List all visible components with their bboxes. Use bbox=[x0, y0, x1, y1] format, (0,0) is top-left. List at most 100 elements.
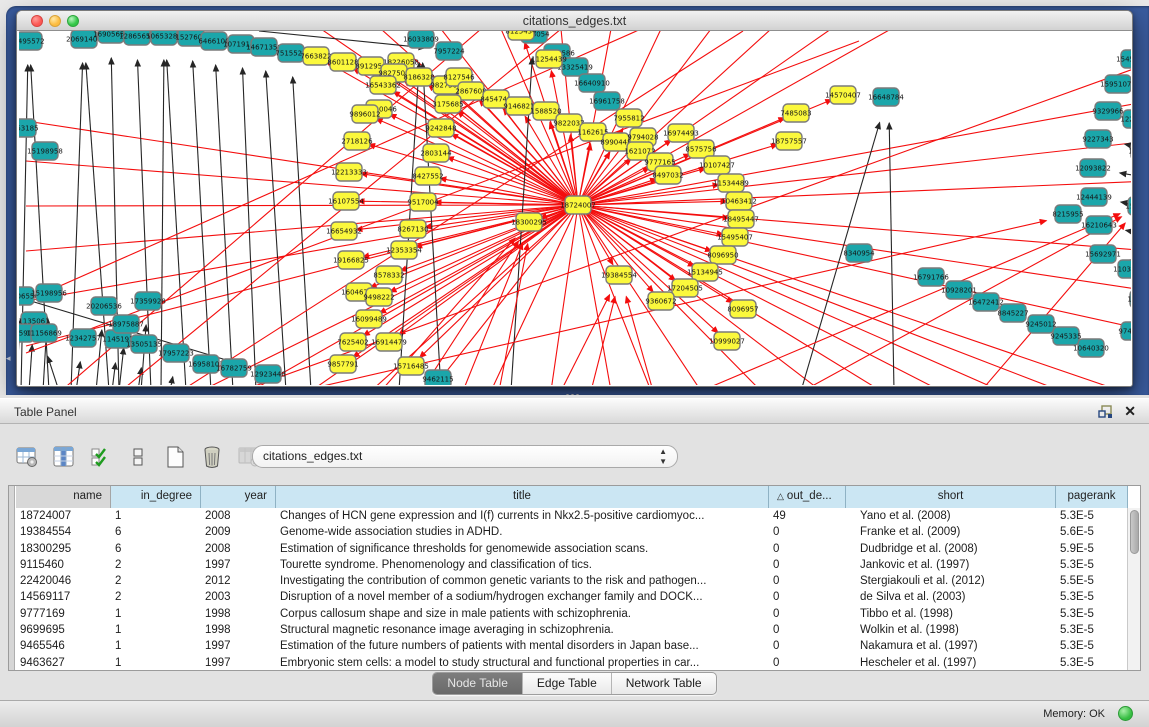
graph-node[interactable]: 9462115 bbox=[422, 370, 453, 385]
graph-node[interactable]: 10107427 bbox=[699, 156, 735, 174]
graph-node[interactable]: 8427552 bbox=[412, 167, 443, 185]
row-height-icon[interactable] bbox=[125, 443, 151, 471]
delete-table-icon[interactable] bbox=[199, 443, 225, 471]
column-header-in_degree[interactable]: in_degree bbox=[111, 486, 201, 508]
column-header-year[interactable]: year bbox=[201, 486, 276, 508]
graph-node[interactable]: 15495407 bbox=[717, 228, 753, 246]
tab-network-table[interactable]: Network Table bbox=[612, 673, 716, 694]
graph-node[interactable]: 8215955 bbox=[1052, 205, 1083, 223]
graph-node[interactable]: 16782759 bbox=[216, 359, 252, 377]
graph-node[interactable]: 18300295 bbox=[511, 213, 547, 231]
graph-node[interactable]: 1595853 bbox=[1125, 197, 1131, 215]
graph-node[interactable]: 8340954 bbox=[843, 244, 875, 262]
graph-node[interactable]: 9245335 bbox=[1050, 327, 1081, 345]
graph-node[interactable]: 19384554 bbox=[601, 266, 637, 284]
scrollbar-thumb[interactable] bbox=[1130, 510, 1139, 554]
graph-node[interactable]: 8601128 bbox=[327, 53, 358, 71]
graph-node[interactable]: 15198958 bbox=[27, 142, 63, 160]
column-header-short[interactable]: short bbox=[846, 486, 1056, 508]
graph-node[interactable]: 15198956 bbox=[31, 284, 67, 302]
network-canvas[interactable]: 6495572206914061690565712865654106532871… bbox=[19, 31, 1131, 385]
table-row[interactable]: 1456911722003Disruption of a novel membe… bbox=[16, 589, 1128, 605]
graph-node[interactable]: 7625402 bbox=[337, 333, 368, 351]
table-row[interactable]: 1830029562008Estimation of significance … bbox=[16, 541, 1128, 557]
graph-node[interactable]: 18757557 bbox=[771, 132, 807, 150]
graph-node[interactable]: 16107554 bbox=[328, 192, 364, 210]
graph-node[interactable]: 12342757 bbox=[65, 329, 101, 347]
graph-node[interactable]: 18975887 bbox=[108, 315, 144, 333]
graph-node[interactable]: 1677268 bbox=[1127, 290, 1131, 308]
graph-node[interactable]: 7485083 bbox=[780, 104, 811, 122]
graph-node[interactable]: 12923448 bbox=[250, 365, 286, 383]
column-header-out_de[interactable]: △out_de... bbox=[769, 486, 846, 508]
graph-node[interactable]: 10928201 bbox=[941, 281, 977, 299]
graph-node[interactable]: 2718126 bbox=[341, 132, 373, 150]
column-header-pagerank[interactable]: pagerank bbox=[1056, 486, 1128, 508]
close-panel-icon[interactable]: ✕ bbox=[1124, 403, 1136, 420]
graph-node[interactable]: 7955812 bbox=[613, 109, 644, 127]
graph-node[interactable]: 8845227 bbox=[997, 304, 1028, 322]
table-columns-icon[interactable] bbox=[51, 443, 77, 471]
graph-node[interactable]: 9517004 bbox=[407, 193, 439, 211]
table-row[interactable]: 1938455462009Genome-wide association stu… bbox=[16, 524, 1128, 540]
graph-node[interactable]: 15716485 bbox=[393, 357, 429, 375]
panel-collapse-arrow[interactable]: ◂ bbox=[6, 354, 11, 363]
graph-node[interactable]: 15451405 bbox=[1116, 50, 1131, 68]
graph-node[interactable]: 12213333 bbox=[331, 163, 367, 181]
table-row[interactable]: 2242004622012Investigating the contribut… bbox=[16, 573, 1128, 589]
graph-node[interactable]: 17957223 bbox=[158, 344, 194, 362]
graph-node[interactable]: 16099489 bbox=[351, 310, 387, 328]
graph-node[interactable]: 16472412 bbox=[968, 293, 1004, 311]
table-row[interactable]: 977716911998Corpus callosum shape and si… bbox=[16, 606, 1128, 622]
graph-node[interactable]: 20206536 bbox=[86, 297, 122, 315]
column-header-name[interactable]: name bbox=[16, 486, 111, 508]
graph-node[interactable]: 3175685 bbox=[432, 95, 463, 113]
network-window[interactable]: citations_edges.txt 64955722069140616905… bbox=[16, 10, 1133, 387]
graph-node[interactable]: 11030534 bbox=[1113, 260, 1131, 278]
table-settings-icon[interactable] bbox=[14, 443, 40, 471]
graph-node[interactable]: 8125434 bbox=[505, 31, 537, 40]
table-row[interactable]: 946554611997Estimation of the future num… bbox=[16, 638, 1128, 654]
graph-node[interactable]: 10463412 bbox=[721, 192, 757, 210]
table-source-dropdown[interactable]: citations_edges.txt ▲▼ bbox=[252, 445, 678, 468]
graph-node[interactable]: 9360672 bbox=[645, 292, 676, 310]
graph-node[interactable]: 9227343 bbox=[1082, 130, 1113, 148]
network-graph[interactable]: 6495572206914061690565712865654106532871… bbox=[19, 31, 1131, 385]
table-row[interactable]: 1872400712008Changes of HCN gene express… bbox=[16, 508, 1128, 524]
graph-node[interactable]: 8096957 bbox=[727, 300, 758, 318]
graph-node[interactable]: 18495447 bbox=[723, 210, 759, 228]
graph-node[interactable]: 9329966 bbox=[1092, 102, 1124, 120]
graph-node[interactable]: 16961758 bbox=[589, 92, 625, 110]
graph-node[interactable]: 16210643 bbox=[1081, 216, 1117, 234]
new-table-icon[interactable] bbox=[162, 443, 188, 471]
table-row[interactable]: 969969511998Structural magnetic resonanc… bbox=[16, 622, 1128, 638]
graph-node[interactable]: 10640320 bbox=[1073, 339, 1109, 357]
table-row[interactable]: 911546021997Tourette syndrome. Phenomeno… bbox=[16, 557, 1128, 573]
graph-node[interactable]: 9857791 bbox=[327, 355, 358, 373]
graph-node[interactable]: 14570407 bbox=[825, 86, 861, 104]
graph-node[interactable]: 9498222 bbox=[363, 288, 394, 306]
float-panel-icon[interactable] bbox=[1098, 405, 1113, 419]
graph-node[interactable]: 8267130 bbox=[397, 220, 428, 238]
graph-node[interactable]: 10999027 bbox=[709, 332, 745, 350]
memory-status-led[interactable] bbox=[1118, 706, 1133, 721]
graph-node[interactable]: 16640910 bbox=[574, 74, 610, 92]
graph-node[interactable]: 11254439 bbox=[531, 50, 567, 68]
graph-node[interactable]: 19166825 bbox=[333, 251, 369, 269]
graph-node[interactable]: 16654932 bbox=[326, 222, 362, 240]
graph-node[interactable]: 16914479 bbox=[371, 333, 407, 351]
graph-node[interactable]: 6495572 bbox=[19, 32, 45, 50]
graph-node[interactable]: 11156869 bbox=[26, 324, 62, 342]
graph-node[interactable]: 16648784 bbox=[868, 88, 904, 106]
graph-node[interactable]: 7957224 bbox=[433, 42, 465, 60]
graph-node[interactable]: 12093822 bbox=[1075, 159, 1111, 177]
graph-node[interactable]: 8497032 bbox=[652, 166, 683, 184]
graph-node[interactable]: 2803144 bbox=[420, 144, 452, 162]
graph-node[interactable]: 16543362 bbox=[365, 76, 401, 94]
graph-node[interactable]: 8578332 bbox=[373, 266, 404, 284]
graph-node[interactable]: 8096950 bbox=[707, 246, 738, 264]
graph-node[interactable]: 18724007 bbox=[560, 196, 596, 214]
graph-node[interactable]: 9896012 bbox=[349, 105, 380, 123]
graph-node[interactable]: 12353354 bbox=[386, 241, 422, 259]
tab-node-table[interactable]: Node Table bbox=[433, 673, 523, 694]
